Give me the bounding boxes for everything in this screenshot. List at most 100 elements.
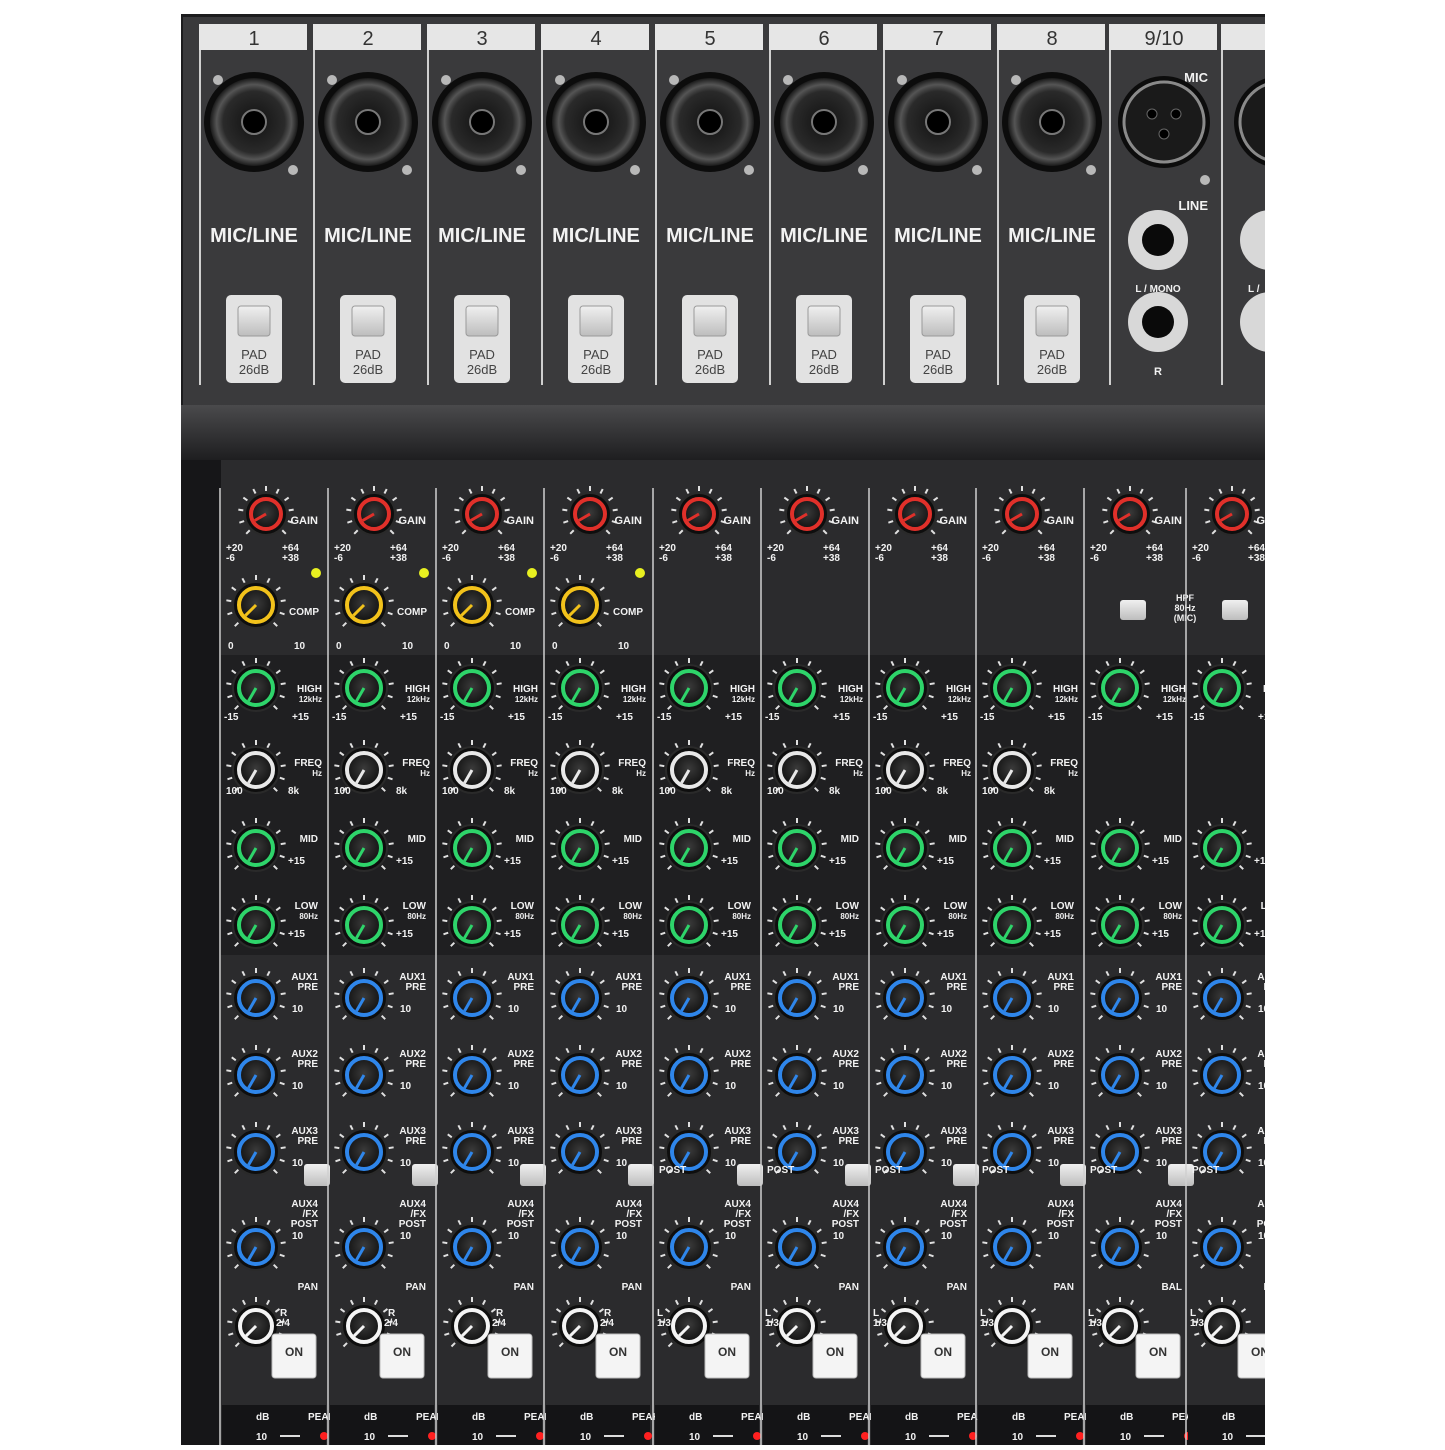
- aux-scale: 10: [508, 1004, 520, 1015]
- knob-tick: [1144, 919, 1150, 923]
- knob-tick: [821, 1146, 827, 1150]
- gain-scale: +38: [715, 553, 732, 564]
- high-label: HIGH: [946, 684, 971, 695]
- knob-tick: [496, 992, 502, 996]
- knob-tick: [334, 1146, 340, 1150]
- peak-led: [1076, 1432, 1084, 1440]
- freq-scale: 100: [550, 786, 567, 797]
- knob-tick: [334, 992, 340, 996]
- aux-scale: 10: [292, 1158, 304, 1169]
- gain-label: GAIN: [1155, 515, 1183, 527]
- on-label: ON: [934, 1345, 952, 1359]
- knob-tick: [550, 682, 556, 686]
- gain-label: GAIN: [1047, 515, 1075, 527]
- knob-tick: [550, 919, 556, 923]
- pan-scale: 2/4: [384, 1318, 398, 1329]
- knob-tick: [226, 842, 232, 846]
- knob-tick: [280, 1069, 286, 1073]
- low-freq-label: 80Hz: [407, 912, 426, 921]
- pan-scale: 1/3: [873, 1318, 887, 1329]
- line-jack-l: [1142, 224, 1174, 256]
- screw: [555, 75, 565, 85]
- peak-led: [861, 1432, 869, 1440]
- knob-tick: [929, 1146, 935, 1150]
- knob-tick: [659, 919, 665, 923]
- freq-scale: 100: [442, 786, 459, 797]
- knob-tick: [779, 508, 785, 512]
- aux4-label: POST: [724, 1219, 751, 1230]
- peak-led: [753, 1432, 761, 1440]
- meter-scale: 10: [689, 1432, 701, 1443]
- knob-tick: [767, 682, 773, 686]
- knob-tick: [443, 1320, 449, 1324]
- meter-scale: 10: [364, 1432, 376, 1443]
- eq-scale: +15: [1152, 856, 1169, 867]
- eq-scale: +15: [612, 856, 629, 867]
- aux2-mode: PRE: [730, 1059, 751, 1070]
- pad-value: 26dB: [1037, 362, 1067, 377]
- high-label: HIGH: [297, 684, 322, 695]
- knob-tick: [280, 682, 286, 686]
- combo-jack-center: [925, 109, 951, 135]
- high-label: HIGH: [405, 684, 430, 695]
- meter-db-label: dB: [797, 1412, 810, 1423]
- xlr-pin: [1146, 108, 1158, 120]
- pad-switch-cap: [579, 305, 613, 337]
- low-freq-label: 80Hz: [299, 912, 318, 921]
- knob-tick: [712, 1320, 718, 1324]
- channel-number: 6: [818, 28, 829, 50]
- mid-label: MID: [949, 834, 967, 845]
- high-freq-label: 12kHz: [948, 695, 971, 704]
- aux-scale: 10: [400, 1081, 412, 1092]
- pan-label: PAN: [406, 1282, 426, 1293]
- aux4-label: POST: [507, 1219, 534, 1230]
- knob-tick: [1090, 1069, 1096, 1073]
- screw: [1086, 165, 1096, 175]
- knob-tick: [496, 764, 502, 768]
- knob-tick: [767, 842, 773, 846]
- aux-prepost-switch: [953, 1164, 979, 1186]
- knob-tick: [1143, 1320, 1149, 1324]
- eq-scale: -15: [548, 712, 563, 723]
- knob-tick: [442, 992, 448, 996]
- aux-prepost-switch: [520, 1164, 546, 1186]
- knob-tick: [659, 992, 665, 996]
- eq-scale: +15: [937, 856, 954, 867]
- gain-scale: -6: [1192, 553, 1201, 564]
- eq-scale: +15: [1048, 712, 1065, 723]
- eq-scale: +15: [721, 856, 738, 867]
- meter-scale: 10: [1012, 1432, 1024, 1443]
- knob-tick: [280, 1146, 286, 1150]
- meter-area: [655, 1405, 759, 1445]
- knob-tick: [227, 1320, 233, 1324]
- knob-tick: [875, 682, 881, 686]
- freq-unit: Hz: [853, 769, 863, 778]
- knob-tick: [226, 682, 232, 686]
- low-label: LOW: [728, 901, 752, 912]
- aux1-mode: PRE: [297, 982, 318, 993]
- aux-scale: 10: [1048, 1231, 1060, 1242]
- freq-scale: 8k: [829, 786, 841, 797]
- comp-led: [419, 568, 429, 578]
- knob-tick: [388, 682, 394, 686]
- eq-scale: -15: [873, 712, 888, 723]
- combo-jack-center: [697, 109, 723, 135]
- knob-tick: [659, 764, 665, 768]
- eq-scale: -15: [332, 712, 347, 723]
- knob-tick: [335, 1320, 341, 1324]
- aux2-mode: PRE: [838, 1059, 859, 1070]
- eq-scale: +15: [721, 929, 738, 940]
- knob-tick: [1192, 1069, 1198, 1073]
- aux-scale: 10: [941, 1081, 953, 1092]
- knob-tick: [334, 599, 340, 603]
- comp-led: [635, 568, 645, 578]
- channel-number: 2: [362, 28, 373, 50]
- aux1-mode: PRE: [513, 982, 534, 993]
- high-label: HIGH: [513, 684, 538, 695]
- knob-tick: [388, 599, 394, 603]
- knob-tick: [1246, 992, 1252, 996]
- aux-scale: 10: [400, 1004, 412, 1015]
- freq-scale: 100: [334, 786, 351, 797]
- input-label: MIC/LINE: [324, 225, 412, 247]
- knob-tick: [1090, 1241, 1096, 1245]
